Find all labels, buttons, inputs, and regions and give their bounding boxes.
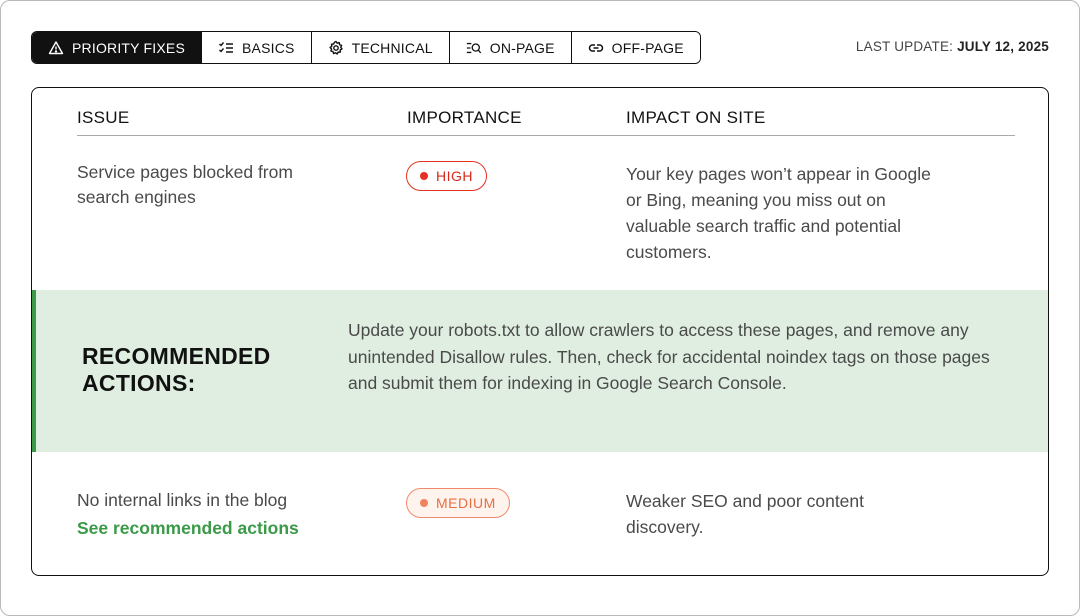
issue-text: No internal links in the blog [77,490,288,510]
badge-label: HIGH [436,168,473,184]
tab-label: TECHNICAL [351,39,433,56]
link-icon [588,43,603,52]
impact-text: Your key pages won’t appear in Google or… [626,164,931,262]
tab-label: OFF-PAGE [611,39,684,56]
last-update-label: LAST UPDATE: [855,39,954,54]
checklist-icon [219,41,234,53]
tab-off-page[interactable]: OFF-PAGE [571,32,700,63]
last-update-date: JULY 12, 2025 [957,39,1049,54]
warning-icon [48,40,64,54]
impact-text: Weaker SEO and poor content discovery. [626,491,865,537]
tab-label: ON-PAGE [489,39,555,56]
tab-bar: PRIORITY FIXES BASICS TECHNICAL ON-PAGE [31,31,701,64]
issue-text: Service pages blocked from search engine… [77,162,293,207]
issues-card: ISSUE IMPORTANCE IMPACT ON SITE Service … [31,87,1049,576]
gear-icon [328,40,343,55]
tab-label: PRIORITY FIXES [72,39,186,56]
last-update: LAST UPDATE: JULY 12, 2025 [856,39,1049,54]
importance-badge-medium: MEDIUM [406,488,510,518]
header-importance: IMPORTANCE [407,108,522,127]
status-dot [420,172,428,180]
tab-label: BASICS [242,39,295,56]
recommended-actions-panel: RECOMMENDED ACTIONS: Update your robots.… [32,290,1048,452]
status-dot [420,499,428,507]
header-issue: ISSUE [77,108,130,127]
importance-badge-high: HIGH [406,161,487,191]
recommended-actions-title: RECOMMENDED ACTIONS: [82,343,271,396]
tab-on-page[interactable]: ON-PAGE [449,32,572,63]
tab-technical[interactable]: TECHNICAL [311,32,450,63]
see-recommended-actions-link[interactable]: See recommended actions [77,518,299,539]
recommended-actions-body: Update your robots.txt to allow crawlers… [348,320,990,393]
table-header: ISSUE IMPORTANCE IMPACT ON SITE [77,106,1015,136]
header-impact: IMPACT ON SITE [626,108,766,127]
search-list-icon [466,42,481,53]
badge-label: MEDIUM [436,495,496,511]
tab-basics[interactable]: BASICS [202,32,312,63]
tab-priority-fixes[interactable]: PRIORITY FIXES [32,32,203,63]
